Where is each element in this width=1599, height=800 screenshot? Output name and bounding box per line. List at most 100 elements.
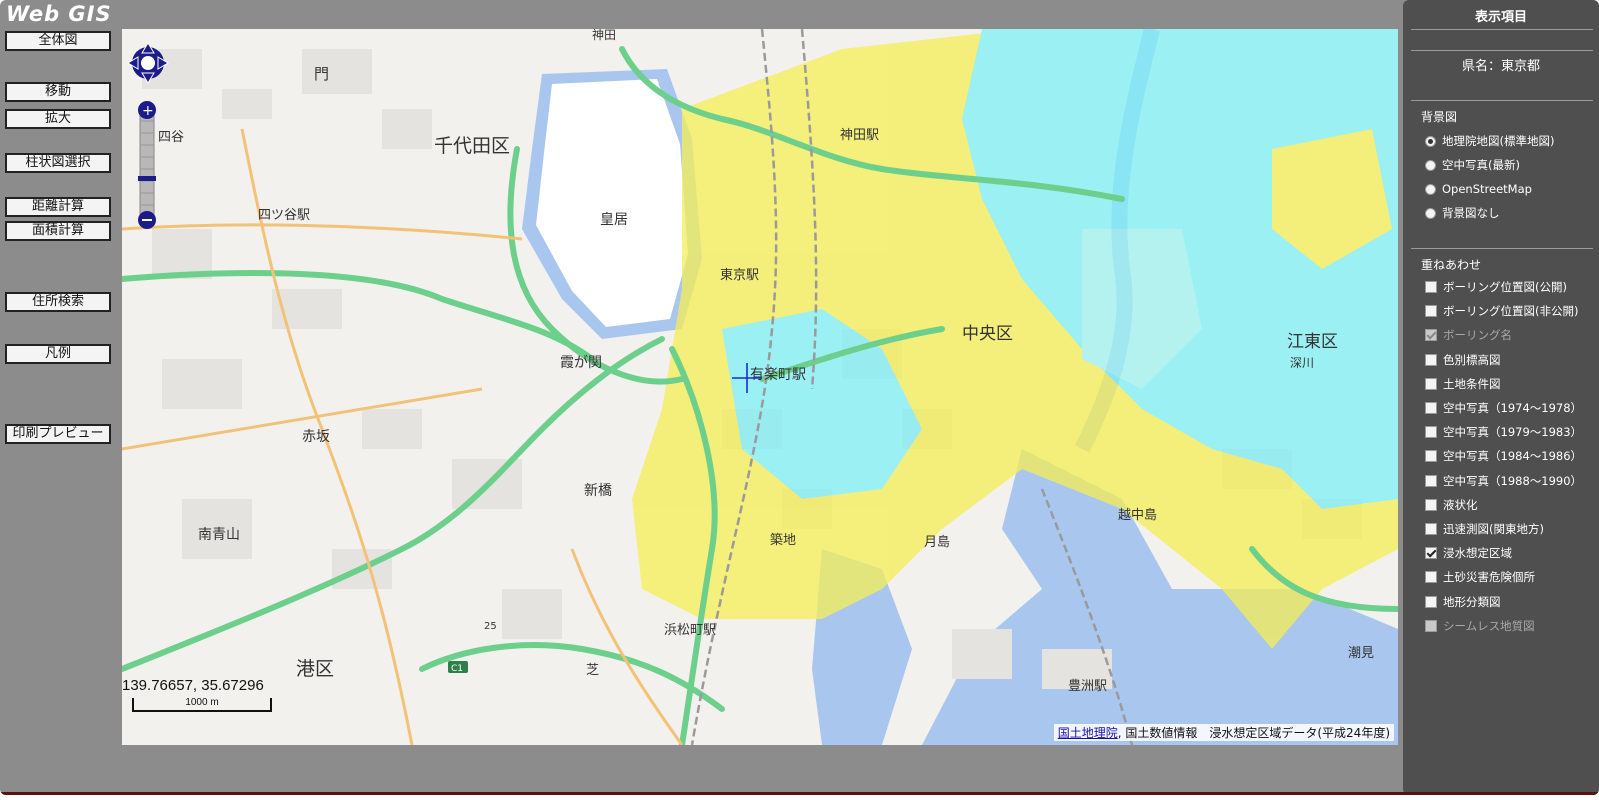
label-kanda-top: 神田 <box>592 29 616 42</box>
label-tsukishima: 月島 <box>924 535 950 550</box>
label-chiyoda: 千代田区 <box>434 135 510 157</box>
checkbox[interactable] <box>1425 474 1437 487</box>
address-search-button[interactable]: 住所検索 <box>5 292 111 312</box>
label-yotsuya-station: 四ツ谷駅 <box>258 208 310 223</box>
borehole-select-button[interactable]: 柱状図選択 <box>5 153 111 173</box>
overlay-option[interactable]: 色別標高図 <box>1425 350 1501 370</box>
overlay-option[interactable]: 迅速測図(関東地方) <box>1425 519 1544 539</box>
label-monzen: 門 <box>314 65 329 83</box>
coordinate-readout: 139.76657, 35.67296 <box>122 677 264 694</box>
label-fukagawa: 深川 <box>1290 356 1314 370</box>
overlay-option[interactable]: 空中写真（1979～1983） <box>1425 422 1582 442</box>
label-shiomi: 潮見 <box>1348 646 1374 661</box>
label-tsukiji: 築地 <box>770 533 796 548</box>
label-route-25: 25 <box>484 621 497 632</box>
app-logo: Web GIS <box>6 2 112 26</box>
pan-button[interactable]: 移動 <box>5 82 111 102</box>
label-tokyo-station: 東京駅 <box>720 267 759 283</box>
label-yurakucho: 有楽町駅 <box>750 367 806 383</box>
overlay-option[interactable]: 空中写真（1974～1978） <box>1425 398 1582 418</box>
background-option-label: 空中写真(最新) <box>1442 158 1520 172</box>
overlay-option[interactable]: 土砂災害危険個所 <box>1425 567 1535 587</box>
scale-bar: 1000 m <box>132 698 272 712</box>
overlay-option: シームレス地質図 <box>1425 616 1535 636</box>
overlay-option[interactable]: 空中写真（1984～1986） <box>1425 446 1582 466</box>
svg-text:+: + <box>142 103 154 119</box>
radio-button[interactable] <box>1425 183 1436 195</box>
overlay-option-label: 空中写真（1974～1978） <box>1443 401 1583 415</box>
checkbox[interactable] <box>1425 426 1437 439</box>
distance-button[interactable]: 距離計算 <box>5 197 111 217</box>
overlay-option[interactable]: 地形分類図 <box>1425 592 1501 612</box>
background-option[interactable]: 背景図なし <box>1425 203 1500 223</box>
checkbox[interactable] <box>1425 547 1437 560</box>
checkbox[interactable] <box>1425 571 1437 584</box>
label-yotsuya: 四谷 <box>158 130 184 145</box>
background-option-label: 地理院地図(標準地図) <box>1442 134 1555 148</box>
overlay-option: ボーリング名 <box>1425 325 1512 345</box>
map-attribution: 国土地理院, 国土数値情報 浸水想定区域データ(平成24年度) <box>1053 724 1394 741</box>
overlay-option-label: 浸水想定区域 <box>1443 546 1512 561</box>
background-option[interactable]: OpenStreetMap <box>1425 179 1532 199</box>
app-window: Web GIS 全体図 移動 拡大 柱状図選択 距離計算 面積計算 住所検索 凡… <box>0 0 1599 795</box>
overlay-option-label: 地形分類図 <box>1443 594 1501 609</box>
panel-title: 表示項目 <box>1474 10 1527 25</box>
panel-divider <box>1411 248 1593 249</box>
checkbox[interactable] <box>1425 281 1437 293</box>
zoom-in-tool-button[interactable]: 拡大 <box>5 109 111 129</box>
overlay-option[interactable]: 液状化 <box>1425 495 1478 515</box>
full-view-button[interactable]: 全体図 <box>5 31 111 51</box>
checkbox <box>1425 619 1437 632</box>
label-ecchujima: 越中島 <box>1118 508 1157 523</box>
radio-button[interactable] <box>1425 207 1436 219</box>
overlay-section-title: 重ねあわせ <box>1421 258 1482 272</box>
checkbox[interactable] <box>1425 353 1437 366</box>
overlay-option[interactable]: 土地条件図 <box>1425 374 1501 394</box>
panel-divider <box>1411 50 1593 51</box>
radio-button[interactable] <box>1425 135 1436 147</box>
background-option-label: 背景図なし <box>1442 206 1500 220</box>
label-chuo: 中央区 <box>962 324 1013 344</box>
bottom-bar <box>0 792 1599 795</box>
checkbox <box>1425 329 1437 342</box>
background-section-title: 背景図 <box>1421 110 1458 124</box>
overlay-option[interactable]: ボーリング位置図(公開) <box>1425 277 1567 297</box>
prefecture-name: 県名：東京都 <box>1461 59 1540 74</box>
label-route-c1: C1 <box>451 664 463 674</box>
zoom-slider: + <box>138 101 156 229</box>
label-shiba: 芝 <box>586 662 599 678</box>
layer-panel: 表示項目 県名：東京都 背景図 地理院地図(標準地図) 空中写真(最新) OpenS… <box>1403 0 1599 795</box>
overlay-option-label: 空中写真（1988～1990） <box>1443 473 1583 488</box>
background-option-label: OpenStreetMap <box>1442 182 1532 196</box>
map-canvas[interactable]: 千代田区 皇居 四ツ谷駅 四谷 赤坂 南青山 港区 霞が関 新橋 有楽町駅 東京… <box>122 29 1398 745</box>
overlay-option[interactable]: 浸水想定区域 <box>1425 543 1512 563</box>
print-preview-button[interactable]: 印刷プレビュー <box>5 424 111 444</box>
panel-divider <box>1411 100 1593 101</box>
radio-button[interactable] <box>1425 159 1436 171</box>
checkbox[interactable] <box>1425 595 1437 608</box>
overlay-option-label: シームレス地質図 <box>1443 618 1535 633</box>
overlay-option-label: 土砂災害危険個所 <box>1443 570 1535 585</box>
background-option[interactable]: 空中写真(最新) <box>1425 155 1520 175</box>
label-koukyo: 皇居 <box>600 212 628 228</box>
checkbox[interactable] <box>1425 402 1437 414</box>
legend-button[interactable]: 凡例 <box>5 344 111 364</box>
area-button[interactable]: 面積計算 <box>5 221 111 241</box>
label-minato: 港区 <box>296 658 334 680</box>
checkbox[interactable] <box>1425 377 1437 390</box>
overlay-option[interactable]: ボーリング位置図(非公開) <box>1425 301 1578 321</box>
checkbox[interactable] <box>1425 498 1437 511</box>
label-minamiaoyama: 南青山 <box>198 527 240 543</box>
label-akasaka: 赤坂 <box>302 429 330 445</box>
map-layer: 千代田区 皇居 四ツ谷駅 四谷 赤坂 南青山 港区 霞が関 新橋 有楽町駅 東京… <box>122 29 1398 745</box>
overlay-option[interactable]: 空中写真（1988～1990） <box>1425 471 1582 491</box>
label-kasumigaseki: 霞が関 <box>560 355 602 371</box>
background-option[interactable]: 地理院地図(標準地図) <box>1425 131 1554 151</box>
overlay-option-label: 液状化 <box>1443 497 1478 512</box>
overlay-option-label: 空中写真（1979～1983） <box>1443 425 1583 440</box>
label-toyosu: 豊洲駅 <box>1068 679 1107 694</box>
checkbox[interactable] <box>1425 450 1437 463</box>
checkbox[interactable] <box>1425 523 1437 535</box>
attribution-link[interactable]: 国土地理院 <box>1058 726 1118 740</box>
checkbox[interactable] <box>1425 305 1437 318</box>
